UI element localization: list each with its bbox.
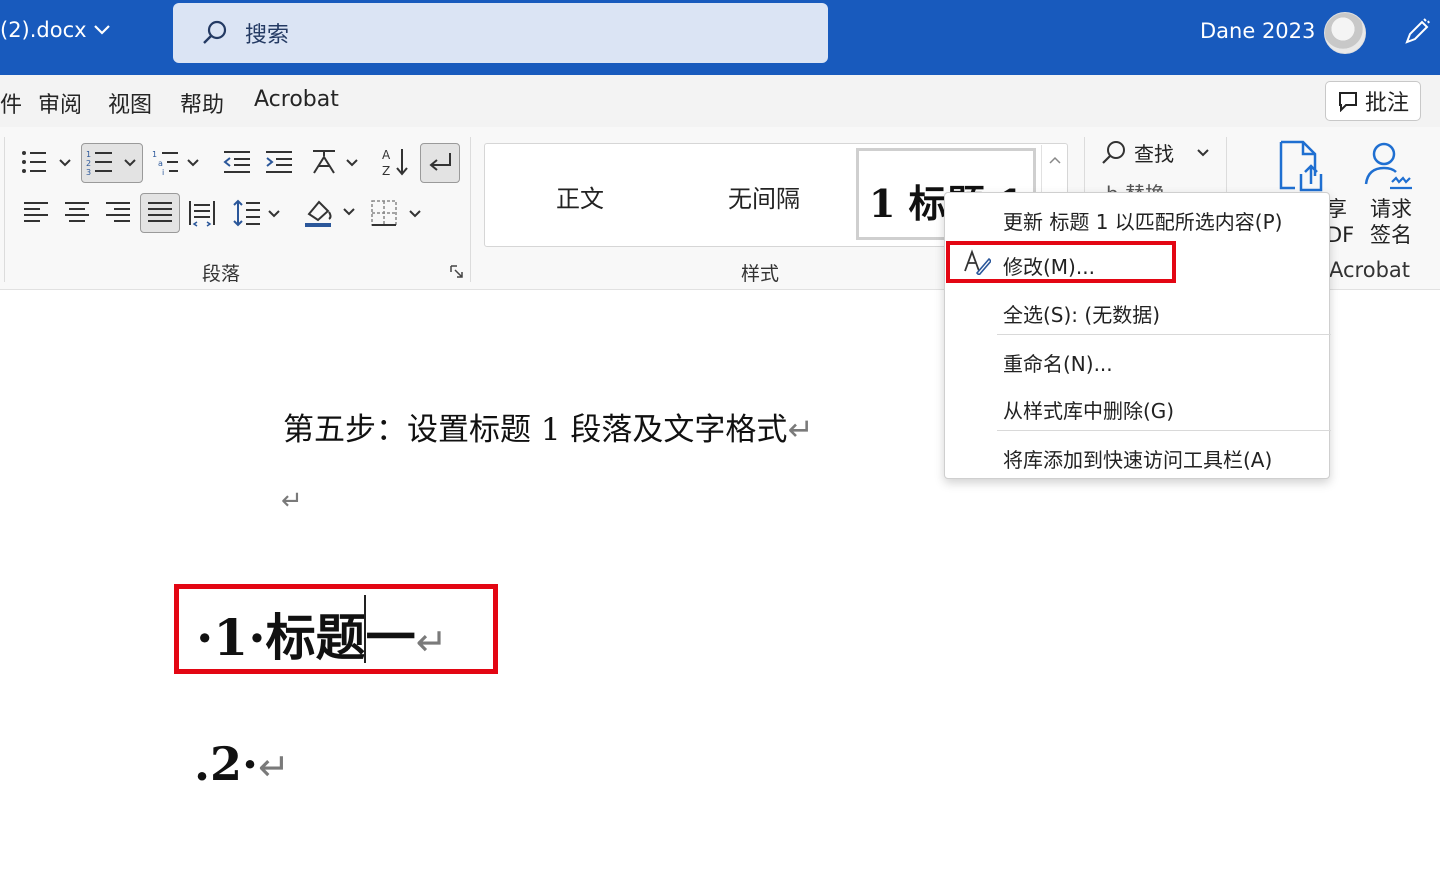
ribbon-tabs: 件 审阅 视图 帮助 Acrobat	[0, 75, 1440, 127]
paragraph-group-label: 段落	[202, 263, 241, 285]
align-center-icon[interactable]	[63, 200, 91, 226]
heading-highlight-box	[174, 584, 498, 674]
modify-highlight-box	[946, 241, 1176, 283]
comment-button[interactable]: 批注	[1325, 81, 1421, 121]
svg-text:2: 2	[86, 159, 91, 168]
share-pdf-icon[interactable]	[1275, 140, 1327, 194]
request-signature-label-2[interactable]: 签名	[1366, 222, 1416, 248]
tab-review[interactable]: 审阅	[38, 87, 82, 119]
multilevel-list-icon[interactable]: 1ai	[152, 148, 206, 176]
comment-label: 批注	[1364, 91, 1409, 116]
search-icon	[203, 20, 227, 44]
tab-file[interactable]: 件	[0, 87, 22, 119]
tab-acrobat[interactable]: Acrobat	[254, 87, 339, 112]
ribbon-separator	[4, 137, 5, 282]
menu-separator	[997, 334, 1331, 335]
paragraph-marks-icon	[429, 153, 451, 171]
document-name-dropdown[interactable]: (2).docx	[0, 18, 111, 42]
svg-text:1: 1	[86, 150, 91, 159]
decrease-indent-icon[interactable]	[222, 148, 252, 176]
find-label: 查找	[1134, 142, 1174, 166]
align-left-icon[interactable]	[22, 200, 50, 226]
increase-indent-icon[interactable]	[264, 148, 294, 176]
svg-text:1: 1	[152, 150, 157, 159]
style-no-spacing[interactable]: 无间隔	[685, 144, 843, 248]
distributed-icon[interactable]	[188, 199, 216, 227]
step-instruction: 第五步：设置标题 1 段落及文字格式↵	[283, 404, 813, 449]
search-icon	[1102, 140, 1125, 164]
avatar[interactable]	[1324, 12, 1366, 54]
designer-pen-icon[interactable]	[1402, 17, 1432, 47]
empty-paragraph-mark: ↵	[281, 486, 303, 516]
heading-2-text[interactable]: .2·↵	[194, 737, 290, 791]
user-name[interactable]: Dane 2023	[1200, 19, 1315, 43]
chevron-down-icon	[93, 25, 110, 35]
document-name: (2).docx	[0, 18, 87, 42]
shading-icon[interactable]	[303, 196, 359, 228]
sort-icon[interactable]: AZ	[380, 146, 410, 178]
menu-rename[interactable]: 重命名(N)...	[1003, 348, 1113, 377]
request-signature-label-1[interactable]: 请求	[1366, 196, 1416, 222]
svg-text:A: A	[382, 148, 391, 162]
paragraph-dialog-launcher-icon[interactable]	[450, 265, 464, 279]
svg-text:i: i	[162, 168, 164, 176]
svg-text:3: 3	[86, 168, 91, 176]
search-placeholder: 搜索	[245, 23, 290, 48]
chevron-up-icon	[1049, 156, 1061, 164]
svg-text:a: a	[158, 159, 163, 168]
justify-icon	[148, 202, 172, 222]
paragraph-mark: ↵	[787, 412, 814, 448]
search-box[interactable]: 搜索	[173, 3, 828, 63]
menu-select-all[interactable]: 全选(S): (无数据)	[1003, 299, 1160, 328]
chinese-layout-icon[interactable]	[310, 148, 362, 176]
menu-remove-from-gallery[interactable]: 从样式库中删除(G)	[1003, 395, 1174, 424]
menu-add-to-quick-access[interactable]: 将库添加到快速访问工具栏(A)	[1003, 444, 1272, 473]
chevron-down-icon	[1197, 148, 1209, 156]
find-button[interactable]: 查找	[1100, 138, 1210, 167]
step-text: 第五步：设置标题 1 段落及文字格式	[283, 412, 788, 448]
menu-update-style[interactable]: 更新 标题 1 以匹配所选内容(P)	[1003, 206, 1282, 235]
tab-view[interactable]: 视图	[108, 87, 152, 119]
heading-2: .2·	[194, 737, 259, 791]
style-normal[interactable]: 正文	[505, 144, 655, 248]
borders-icon[interactable]	[370, 198, 424, 228]
comment-icon	[1338, 92, 1357, 112]
ribbon-separator	[470, 137, 471, 282]
svg-text:Z: Z	[382, 164, 390, 178]
tab-help[interactable]: 帮助	[180, 87, 224, 119]
style-context-menu: 更新 标题 1 以匹配所选内容(P) 修改(M)... 全选(S): (无数据)…	[944, 192, 1331, 479]
line-spacing-icon[interactable]	[232, 198, 284, 228]
align-right-icon[interactable]	[104, 200, 132, 226]
paragraph-mark: ↵	[258, 745, 290, 789]
bullets-icon[interactable]	[20, 148, 74, 176]
styles-group-label: 样式	[741, 263, 780, 285]
numbering-icon: 123	[86, 150, 136, 176]
title-bar: (2).docx 搜索 Dane 2023	[0, 0, 1440, 75]
menu-separator	[997, 430, 1331, 431]
acrobat-group-label: Acrobat	[1329, 258, 1410, 282]
request-signature-icon[interactable]	[1362, 140, 1420, 192]
